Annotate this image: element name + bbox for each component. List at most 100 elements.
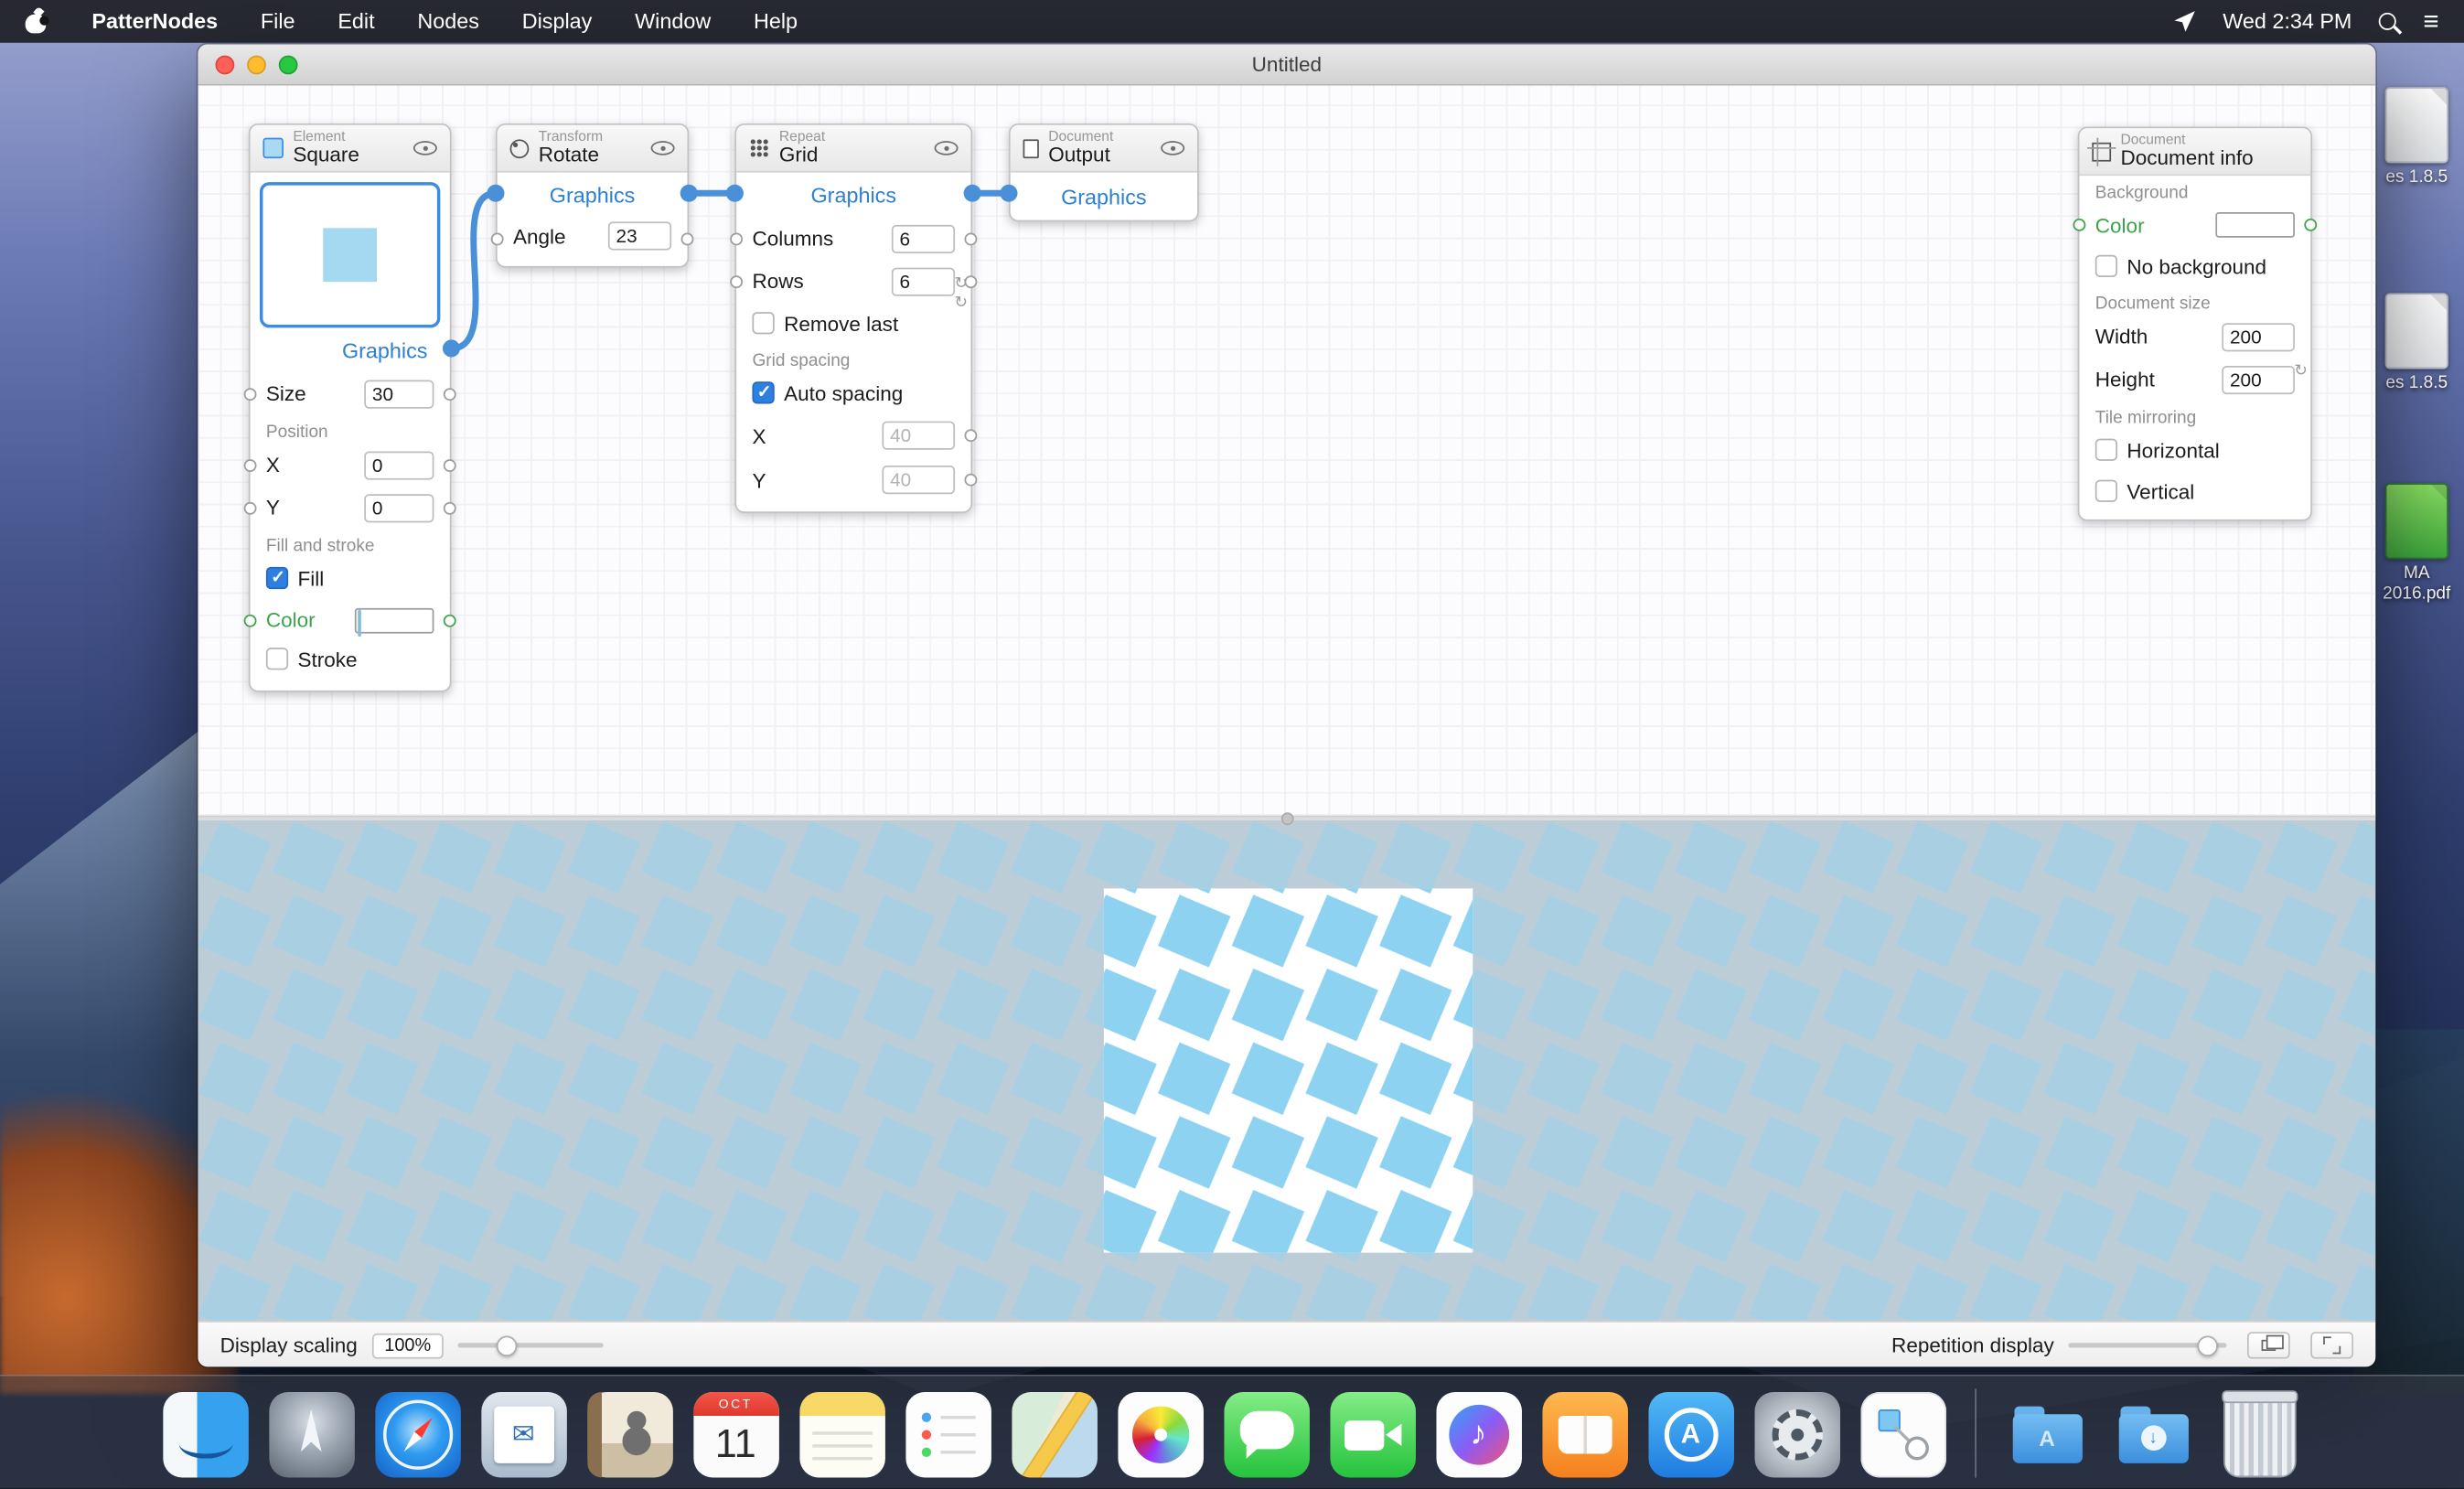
param-output-port[interactable] <box>964 474 977 487</box>
dock-contacts-icon[interactable] <box>587 1392 673 1478</box>
dock-system-preferences-icon[interactable] <box>1754 1392 1840 1478</box>
repetition-display-slider[interactable] <box>2068 1343 2226 1347</box>
dock-photos-icon[interactable] <box>1118 1392 1204 1478</box>
background-color-swatch[interactable] <box>2215 212 2295 238</box>
apple-menu-icon[interactable] <box>26 9 47 33</box>
width-field[interactable] <box>2222 322 2295 350</box>
auto-spacing-checkbox[interactable] <box>752 381 774 403</box>
param-input-port[interactable] <box>730 232 743 245</box>
rows-field[interactable] <box>892 267 955 295</box>
display-scaling-slider[interactable] <box>458 1343 604 1347</box>
remove-last-checkbox[interactable] <box>752 312 774 334</box>
dock-calendar-icon[interactable]: OCT 11 <box>693 1392 779 1478</box>
node-rotate[interactable]: Transform Rotate Graphics Angle <box>496 123 689 268</box>
stroke-checkbox[interactable] <box>266 648 288 670</box>
menu-app-name[interactable]: PatterNodes <box>91 9 218 33</box>
color-output-port[interactable] <box>2304 219 2317 231</box>
columns-field[interactable] <box>892 224 955 252</box>
size-field[interactable] <box>364 380 434 408</box>
dock-app-store-icon[interactable] <box>1648 1392 1734 1478</box>
dock-safari-icon[interactable] <box>374 1392 460 1478</box>
eye-visibility-icon[interactable] <box>935 141 959 155</box>
node-header[interactable]: Element Square <box>251 125 450 173</box>
link-params-icon[interactable]: ↻↻ <box>954 275 968 314</box>
menu-clock[interactable]: Wed 2:34 PM <box>2223 9 2352 33</box>
color-output-port[interactable] <box>444 614 456 627</box>
dock-notes-icon[interactable] <box>799 1392 885 1478</box>
fit-view-button[interactable] <box>2310 1332 2353 1358</box>
color-input-port[interactable] <box>2073 219 2086 231</box>
display-scaling-value[interactable]: 100% <box>371 1333 444 1358</box>
dock-patternodes-icon[interactable] <box>1860 1392 1946 1478</box>
x-field[interactable] <box>364 451 434 479</box>
split-divider[interactable] <box>198 816 2375 820</box>
close-button[interactable] <box>215 56 234 75</box>
node-header[interactable]: Repeat Grid <box>736 125 970 173</box>
node-header[interactable]: Transform Rotate <box>498 125 688 173</box>
param-output-port[interactable] <box>444 501 456 514</box>
param-output-port[interactable] <box>964 429 977 442</box>
divider-handle[interactable] <box>1280 812 1293 825</box>
desktop-icon-disk-2[interactable]: es 1.8.5 <box>2373 293 2461 394</box>
node-header[interactable]: Document Output <box>1011 125 1197 173</box>
spacing-y-field[interactable] <box>882 466 955 494</box>
notification-center-icon[interactable]: ≡ <box>2423 8 2438 35</box>
tile-view-button[interactable] <box>2247 1332 2290 1358</box>
desktop-icon-disk-1[interactable]: es 1.8.5 <box>2373 87 2461 188</box>
param-input-port[interactable] <box>244 501 257 514</box>
menu-display[interactable]: Display <box>522 9 593 33</box>
dock-ibooks-icon[interactable] <box>1542 1392 1628 1478</box>
node-header[interactable]: Document Document info <box>2079 128 2310 176</box>
no-background-checkbox[interactable] <box>2095 255 2117 277</box>
eye-visibility-icon[interactable] <box>413 141 437 155</box>
dock-mail-icon[interactable] <box>481 1392 567 1478</box>
repetition-display-knob[interactable] <box>2197 1335 2218 1356</box>
param-input-port[interactable] <box>244 387 257 400</box>
param-input-port[interactable] <box>491 232 504 245</box>
eye-visibility-icon[interactable] <box>651 141 675 155</box>
menu-edit[interactable]: Edit <box>337 9 374 33</box>
node-grid[interactable]: Repeat Grid Graphics Columns Rows <box>734 123 972 513</box>
horizontal-checkbox[interactable] <box>2095 439 2117 461</box>
node-output[interactable]: Document Output Graphics <box>1009 123 1199 221</box>
node-square[interactable]: Element Square Graphics Size Po <box>249 123 452 692</box>
param-input-port[interactable] <box>244 458 257 471</box>
height-field[interactable] <box>2222 365 2295 393</box>
display-scaling-knob[interactable] <box>498 1335 519 1356</box>
menu-window[interactable]: Window <box>635 9 711 33</box>
param-output-port[interactable] <box>444 387 456 400</box>
dock-reminders-icon[interactable] <box>905 1392 991 1478</box>
dock-launchpad-icon[interactable] <box>268 1392 354 1478</box>
eye-visibility-icon[interactable] <box>1161 141 1184 155</box>
dock-itunes-icon[interactable] <box>1436 1392 1522 1478</box>
param-input-port[interactable] <box>730 274 743 287</box>
zoom-button[interactable] <box>279 56 298 75</box>
menu-help[interactable]: Help <box>754 9 798 33</box>
color-input-port[interactable] <box>244 614 257 627</box>
fill-checkbox[interactable] <box>266 567 288 589</box>
pointer-icon[interactable] <box>2172 9 2196 33</box>
dock-maps-icon[interactable] <box>1012 1392 1098 1478</box>
dock-finder-icon[interactable] <box>162 1392 248 1478</box>
vertical-checkbox[interactable] <box>2095 480 2117 502</box>
spacing-x-field[interactable] <box>882 422 955 450</box>
title-bar[interactable]: Untitled <box>198 44 2375 85</box>
menu-file[interactable]: File <box>261 9 295 33</box>
angle-field[interactable] <box>608 221 671 250</box>
spotlight-icon[interactable] <box>2379 13 2396 30</box>
param-output-port[interactable] <box>964 232 977 245</box>
dock-downloads-folder-icon[interactable]: ↓ <box>2110 1392 2196 1478</box>
desktop-icon-pdf[interactable]: МА2016.pdf <box>2373 483 2461 605</box>
wire-square-to-rotate[interactable] <box>451 193 495 348</box>
dock-facetime-icon[interactable] <box>1330 1392 1416 1478</box>
node-canvas[interactable]: Element Square Graphics Size Po <box>198 86 2375 816</box>
link-size-icon[interactable]: ↻ <box>2294 363 2308 382</box>
document-info-panel[interactable]: Document Document info Background Color … <box>2078 127 2312 521</box>
menu-nodes[interactable]: Nodes <box>417 9 479 33</box>
dock-messages-icon[interactable] <box>1224 1392 1310 1478</box>
dock-applications-folder-icon[interactable]: A <box>2004 1392 2090 1478</box>
param-output-port[interactable] <box>444 458 456 471</box>
param-output-port[interactable] <box>681 232 694 245</box>
color-swatch[interactable] <box>355 607 434 633</box>
y-field[interactable] <box>364 493 434 521</box>
